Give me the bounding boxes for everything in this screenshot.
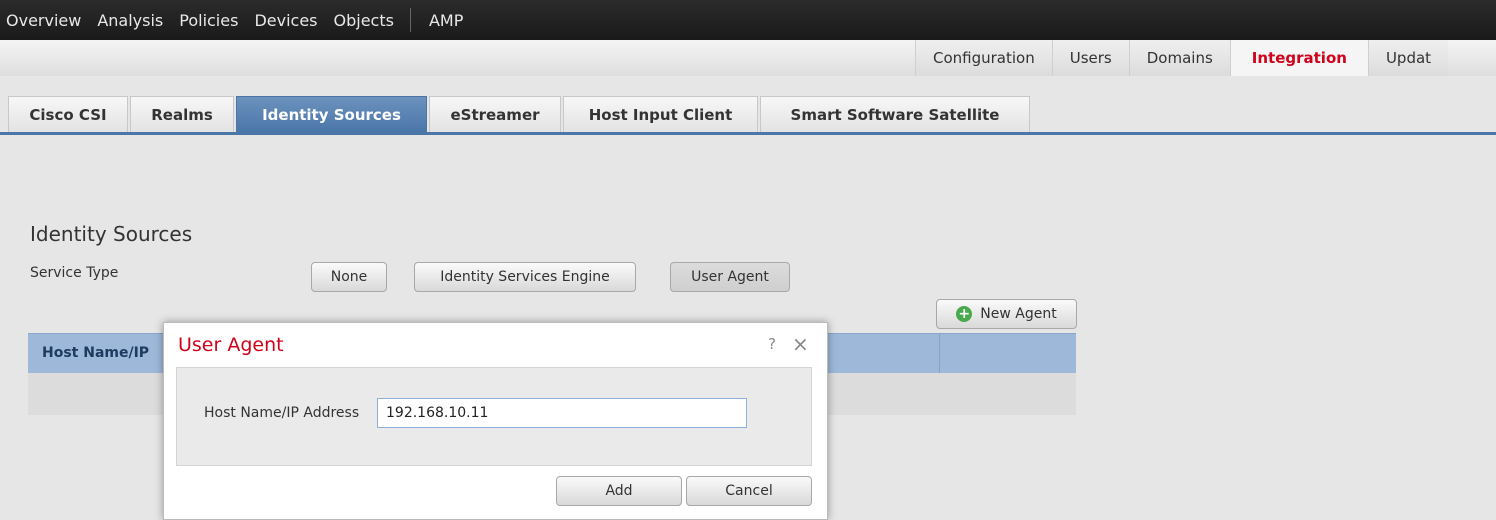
- integration-tab-bar: Cisco CSI Realms Identity Sources eStrea…: [0, 76, 1496, 135]
- tab-identity-sources[interactable]: Identity Sources: [236, 96, 427, 132]
- column-host-name: Host Name/IP: [42, 345, 150, 361]
- dialog-form-panel: Host Name/IP Address: [176, 367, 812, 466]
- tab-host-input-client[interactable]: Host Input Client: [563, 96, 758, 132]
- nav-policies[interactable]: Policies: [171, 11, 246, 30]
- nav-devices[interactable]: Devices: [246, 11, 325, 30]
- nav-overview[interactable]: Overview: [0, 11, 89, 30]
- subnav-users[interactable]: Users: [1051, 40, 1129, 76]
- host-ip-input[interactable]: [377, 398, 747, 428]
- service-none-button[interactable]: None: [311, 262, 387, 292]
- help-icon[interactable]: ?: [768, 335, 776, 353]
- service-type-label: Service Type: [30, 265, 119, 281]
- new-agent-button[interactable]: + New Agent: [936, 299, 1077, 329]
- service-ise-button[interactable]: Identity Services Engine: [414, 262, 636, 292]
- nav-amp[interactable]: AMP: [421, 11, 471, 30]
- subnav-updates[interactable]: Updat: [1367, 40, 1449, 76]
- cancel-button[interactable]: Cancel: [686, 476, 812, 506]
- subnav-domains[interactable]: Domains: [1128, 40, 1230, 76]
- subnav-configuration[interactable]: Configuration: [915, 40, 1052, 76]
- nav-objects[interactable]: Objects: [326, 11, 402, 30]
- tab-realms[interactable]: Realms: [130, 96, 234, 132]
- nav-analysis[interactable]: Analysis: [89, 11, 171, 30]
- nav-divider: [409, 8, 411, 32]
- page-title: Identity Sources: [30, 222, 193, 246]
- new-agent-label: New Agent: [980, 306, 1057, 322]
- dialog-title: User Agent: [178, 334, 284, 356]
- subnav-integration[interactable]: Integration: [1229, 40, 1368, 76]
- host-ip-label: Host Name/IP Address: [204, 405, 360, 421]
- top-nav-bar: Overview Analysis Policies Devices Objec…: [0, 0, 1496, 40]
- close-icon[interactable]: ×: [792, 332, 809, 356]
- service-user-agent-button[interactable]: User Agent: [670, 262, 790, 292]
- tab-estreamer[interactable]: eStreamer: [429, 96, 561, 132]
- tab-cisco-csi[interactable]: Cisco CSI: [8, 96, 128, 132]
- user-agent-dialog: User Agent ? × Host Name/IP Address Add …: [163, 322, 828, 520]
- plus-circle-icon: +: [956, 306, 973, 322]
- add-button[interactable]: Add: [556, 476, 682, 506]
- tab-smart-software-satellite[interactable]: Smart Software Satellite: [760, 96, 1030, 132]
- column-divider: [939, 334, 940, 374]
- system-sub-nav: Configuration Users Domains Integration …: [0, 40, 1496, 77]
